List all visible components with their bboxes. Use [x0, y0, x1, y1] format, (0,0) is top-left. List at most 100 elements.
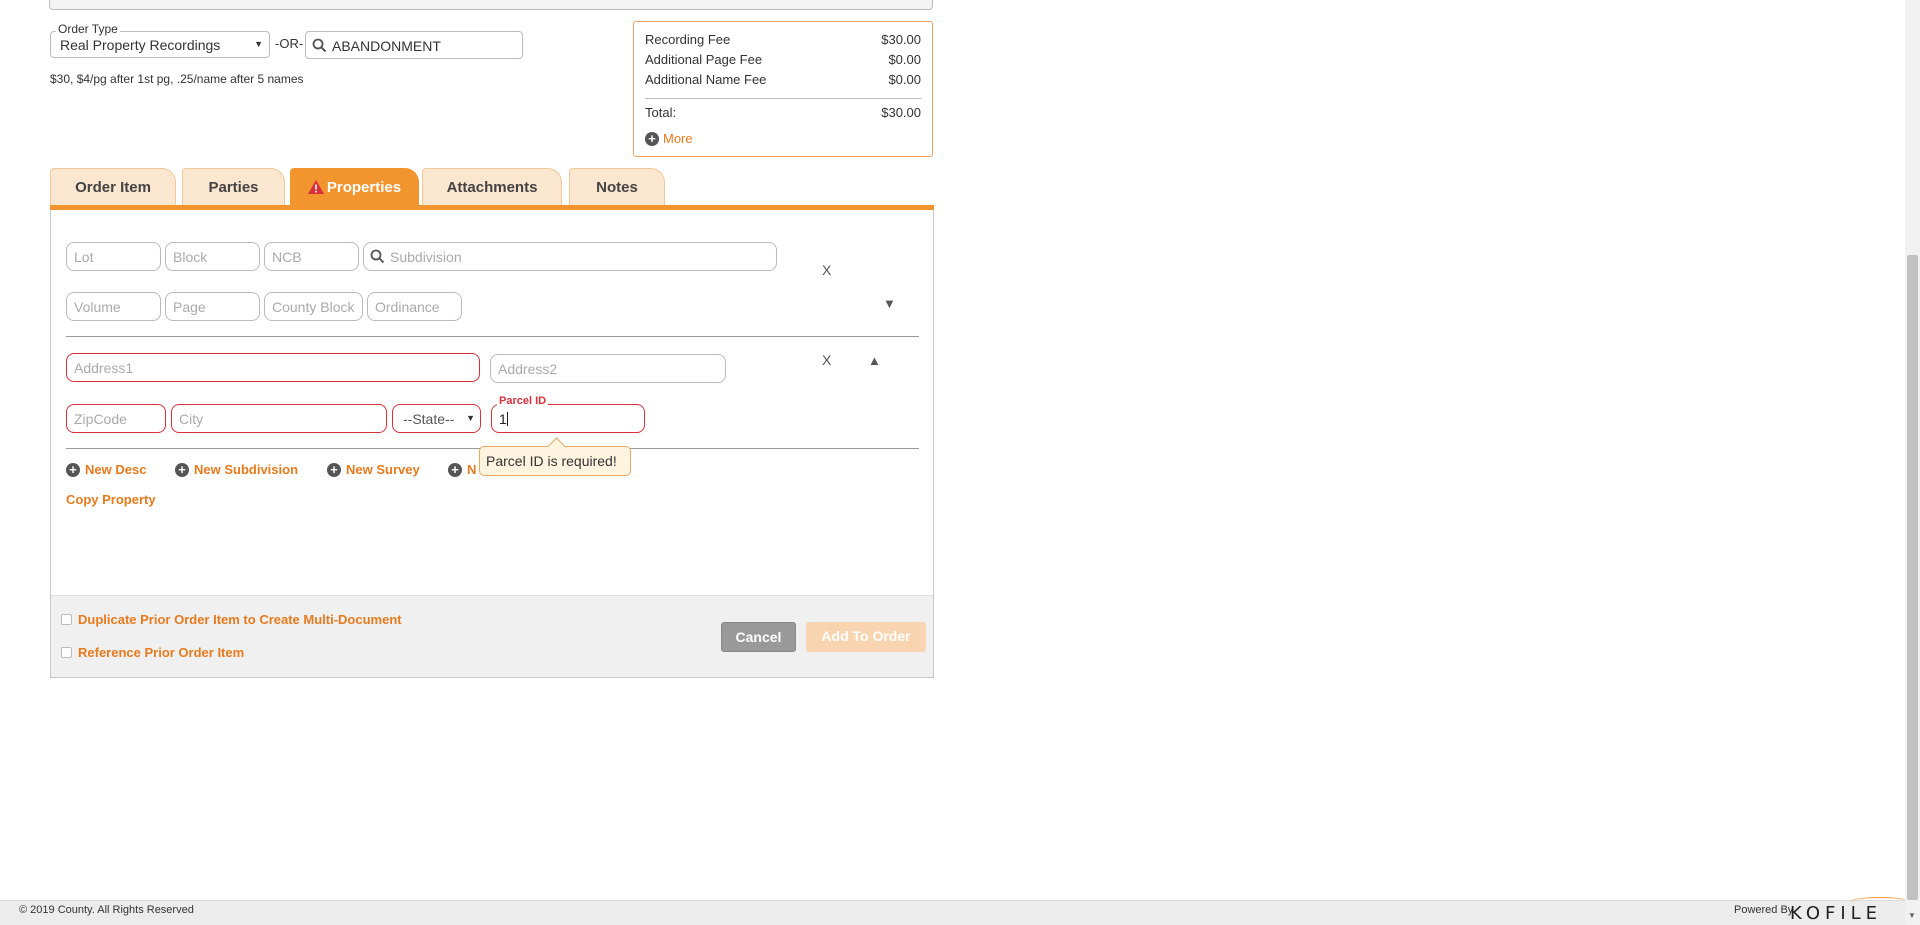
order-type-value: Real Property Recordings [60, 37, 221, 53]
ordinance-placeholder: Ordinance [375, 299, 440, 315]
zipcode-input[interactable]: ZipCode [66, 404, 166, 433]
address1-placeholder: Address1 [74, 360, 134, 376]
parcel-id-error-tooltip: Parcel ID is required! [479, 446, 631, 476]
new-desc-link[interactable]: + New Desc [66, 462, 146, 477]
tab-label: Attachments [446, 179, 538, 196]
vertical-scrollbar[interactable]: ▼ [1905, 0, 1920, 925]
total-label: Total: [645, 105, 677, 120]
plus-circle-icon: + [66, 462, 80, 477]
plus-circle-icon: + [175, 462, 189, 477]
lot-input[interactable]: Lot [66, 242, 161, 271]
tab-parties[interactable]: Parties [182, 168, 285, 206]
new-subdivision-link[interactable]: + New Subdivision [175, 462, 298, 477]
new-survey-link[interactable]: + New Survey [327, 462, 420, 477]
copy-property-link[interactable]: Copy Property [66, 492, 156, 507]
remove-address-button[interactable]: X [822, 352, 831, 368]
page-placeholder: Page [173, 299, 206, 315]
volume-placeholder: Volume [74, 299, 121, 315]
search-icon [312, 38, 327, 56]
ncb-input[interactable]: NCB [264, 242, 359, 271]
collapse-down-icon[interactable]: ▼ [883, 296, 896, 311]
kofile-logo-swoosh [1850, 897, 1910, 907]
address2-input[interactable]: Address2 [490, 354, 726, 383]
chevron-down-icon: ▼ [254, 39, 263, 49]
recording-fee-value: $30.00 [881, 32, 921, 47]
fee-row-page: Additional Page Fee $0.00 [645, 52, 921, 72]
county-block-placeholder: County Block [272, 299, 355, 315]
cancel-button[interactable]: Cancel [721, 622, 796, 652]
page-footer [0, 900, 1920, 925]
error-message: Parcel ID is required! [486, 453, 617, 469]
new-desc-label: New Desc [85, 462, 147, 477]
warning-icon [307, 180, 324, 198]
text-cursor [506, 412, 508, 426]
copyright-text: © 2019 County. All Rights Reserved [19, 904, 194, 916]
tab-order-item[interactable]: Order Item [50, 168, 176, 206]
zipcode-placeholder: ZipCode [74, 411, 127, 427]
expand-up-icon[interactable]: ▲ [868, 353, 881, 368]
page-input[interactable]: Page [165, 292, 260, 321]
fee-schedule-note: $30, $4/pg after 1st pg, .25/name after … [50, 72, 304, 86]
add-to-order-button[interactable]: Add To Order [806, 622, 926, 652]
checkbox-box[interactable] [61, 614, 72, 625]
search-value: ABANDONMENT [332, 38, 441, 54]
order-type-select[interactable]: Order Type Real Property Recordings ▼ [50, 22, 270, 58]
more-fees-link[interactable]: + More [645, 131, 921, 146]
parcel-id-legend: Parcel ID [497, 395, 549, 407]
address2-placeholder: Address2 [498, 361, 558, 377]
row-divider [66, 336, 919, 337]
chevron-down-icon: ▼ [466, 413, 475, 423]
tab-properties[interactable]: Properties [290, 168, 419, 206]
reference-prior-checkbox[interactable]: Reference Prior Order Item [61, 645, 244, 660]
or-label: -OR- [275, 36, 304, 51]
tab-attachments[interactable]: Attachments [422, 168, 562, 206]
total-value: $30.00 [881, 105, 921, 120]
new-subdivision-label: New Subdivision [194, 462, 299, 477]
more-label: More [663, 131, 693, 146]
state-select[interactable]: --State-- ▼ [392, 404, 481, 433]
tab-notes[interactable]: Notes [569, 168, 665, 206]
subdivision-search-input[interactable]: Subdivision [363, 242, 777, 271]
copy-property-label: Copy Property [66, 492, 156, 507]
search-icon [370, 249, 385, 267]
powered-by-text: Powered By [1734, 904, 1794, 916]
page-fee-value: $0.00 [888, 52, 921, 67]
recording-fee-label: Recording Fee [645, 32, 731, 47]
plus-circle-icon: + [327, 462, 341, 477]
panel-footer: Duplicate Prior Order Item to Create Mul… [51, 595, 933, 677]
lot-placeholder: Lot [74, 249, 94, 265]
fee-divider [645, 98, 921, 99]
tab-label: Parties [208, 179, 259, 196]
new-other-label: N [467, 462, 477, 477]
duplicate-prior-label: Duplicate Prior Order Item to Create Mul… [78, 612, 402, 627]
county-block-input[interactable]: County Block [264, 292, 363, 321]
fee-row-recording: Recording Fee $30.00 [645, 32, 921, 52]
city-input[interactable]: City [171, 404, 387, 433]
new-other-link[interactable]: + N [448, 462, 476, 477]
parcel-id-value: 1 [499, 411, 507, 427]
volume-input[interactable]: Volume [66, 292, 161, 321]
state-value: --State-- [403, 411, 455, 427]
order-type-legend: Order Type [56, 22, 120, 36]
scroll-down-arrow-icon[interactable]: ▼ [1908, 911, 1916, 920]
new-survey-label: New Survey [346, 462, 420, 477]
ncb-placeholder: NCB [272, 249, 302, 265]
fee-row-name: Additional Name Fee $0.00 [645, 72, 921, 92]
duplicate-prior-checkbox[interactable]: Duplicate Prior Order Item to Create Mul… [61, 612, 402, 627]
subdivision-placeholder: Subdivision [390, 249, 462, 265]
ordinance-input[interactable]: Ordinance [367, 292, 462, 321]
block-input[interactable]: Block [165, 242, 260, 271]
page-fee-label: Additional Page Fee [645, 52, 763, 67]
properties-panel: Lot Block NCB Subdivision X Volume Page … [50, 210, 934, 678]
document-type-search-input[interactable]: ABANDONMENT [305, 31, 523, 59]
tab-label: Notes [596, 179, 638, 196]
plus-circle-icon: + [645, 131, 659, 146]
checkbox-box[interactable] [61, 647, 72, 658]
address1-input[interactable]: Address1 [66, 353, 480, 382]
tab-label: Properties [326, 179, 402, 196]
block-placeholder: Block [173, 249, 208, 265]
parcel-id-input[interactable]: Parcel ID 1 [491, 395, 645, 433]
scrollbar-thumb[interactable] [1907, 255, 1918, 900]
remove-legal-button[interactable]: X [822, 262, 831, 278]
fee-row-total: Total: $30.00 [645, 105, 921, 125]
